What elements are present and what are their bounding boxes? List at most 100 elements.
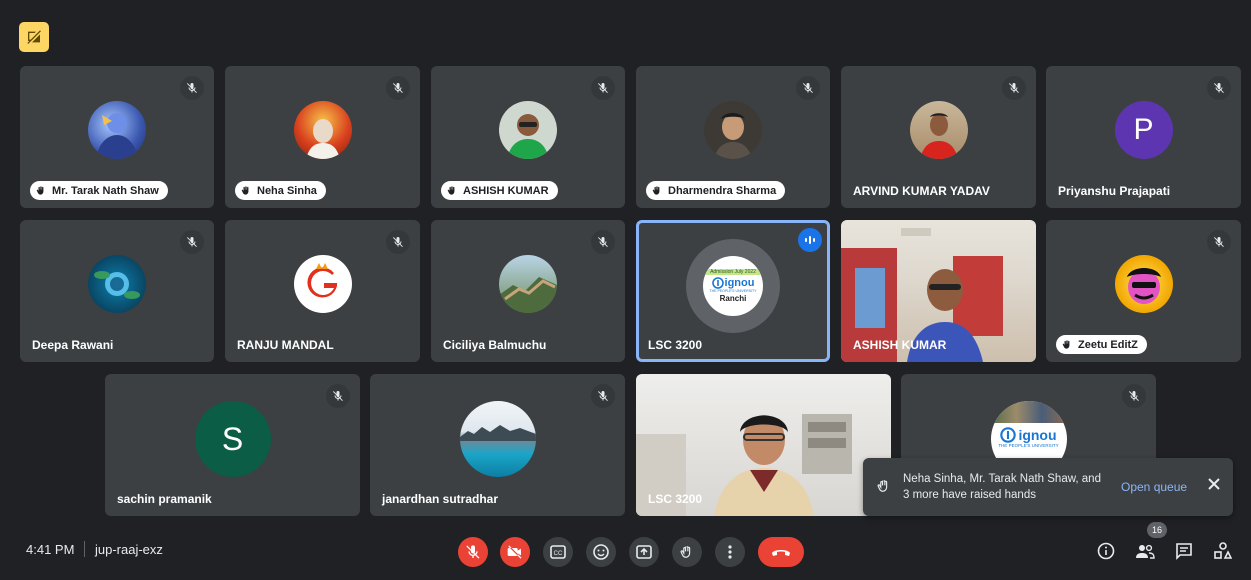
participant-name: RANJU MANDAL [237,338,334,352]
participant-tile[interactable]: ASHISH KUMAR [431,66,625,208]
open-queue-button[interactable]: Open queue [1121,480,1187,494]
avatar [293,101,352,159]
participant-tile[interactable]: Neha Sinha [225,66,420,208]
meeting-time: 4:41 PM [26,542,75,557]
participant-name: Priyanshu Prajapati [1058,184,1171,198]
raise-hand-icon [447,186,455,195]
control-bar: 4:41 PM jup-raaj-exz CC [0,510,1251,580]
raise-hand-icon [877,478,891,499]
participant-name: Neha Sinha [257,184,317,197]
people-icon [1136,544,1155,559]
avatar [88,255,146,313]
participant-tile[interactable]: S sachin pramanik [105,374,360,516]
avatar-initial: P [1133,113,1154,146]
captions-button[interactable]: CC [543,537,573,567]
close-icon[interactable] [1207,477,1221,496]
info-icon [1097,542,1115,560]
participant-name: ASHISH KUMAR [463,184,549,197]
mic-off-icon [466,545,480,559]
end-call-icon [772,550,790,556]
present-now-button[interactable] [629,537,659,567]
avatar: Admission July 2022 ignou THE PEOPLE'S U… [686,239,780,333]
mic-off-icon[interactable] [180,76,204,100]
emoji-reactions-button[interactable] [586,537,616,567]
chat-button[interactable] [1173,540,1195,562]
chat-icon [1176,543,1192,560]
present-icon [636,545,652,559]
mic-off-icon[interactable] [180,230,204,254]
avatar [704,101,762,159]
mic-off-icon[interactable] [591,384,615,408]
people-button[interactable] [1134,540,1156,562]
avatar: S [194,401,271,477]
participant-tile[interactable]: Zeetu EditZ [1046,220,1241,362]
activities-icon [1214,542,1232,559]
participant-name: LSC 3200 [648,338,703,352]
participant-name: Mr. Tarak Nath Shaw [52,184,159,197]
notification-text: Neha Sinha, Mr. Tarak Nath Shaw, and 3 m… [903,473,1101,501]
meeting-code: jup-raaj-exz [95,542,163,557]
logo-brand: ignou [1018,427,1057,443]
mic-off-icon[interactable] [326,384,350,408]
participant-tile[interactable]: Ciciliya Balmuchu [431,220,625,362]
raise-hand-icon [36,186,44,195]
mic-toggle-button[interactable] [458,537,488,567]
participant-tile[interactable]: Mr. Tarak Nath Shaw [20,66,214,208]
logo-brand: ignou [724,277,755,289]
participant-name: Dharmendra Sharma [668,184,777,197]
meeting-details-button[interactable] [1095,540,1117,562]
participant-tile-video[interactable]: ASHISH KUMAR [841,220,1036,362]
participant-tile-speaking[interactable]: Admission July 2022 ignou THE PEOPLE'S U… [636,220,830,362]
participant-count-badge: 16 [1147,522,1167,538]
end-call-button[interactable] [758,537,804,567]
raise-hand-icon [241,186,249,195]
participant-name: Ciciliya Balmuchu [443,338,547,352]
recording-indicator-icon[interactable] [19,22,49,52]
participant-tile[interactable]: Dharmendra Sharma [636,66,830,208]
mic-off-icon[interactable] [796,76,820,100]
mic-off-icon[interactable] [1002,76,1026,100]
mic-off-icon[interactable] [591,230,615,254]
hand-raised-chip: Mr. Tarak Nath Shaw [30,181,168,200]
divider [84,541,85,557]
raise-hand-icon [652,186,660,195]
raise-hand-icon [1062,340,1070,349]
emoji-icon [593,544,609,560]
raised-hands-notification: Neha Sinha, Mr. Tarak Nath Shaw, and 3 m… [863,458,1233,516]
participant-tile[interactable]: janardhan sutradhar [370,374,625,516]
camera-toggle-button[interactable] [500,537,530,567]
participant-name: sachin pramanik [117,492,212,506]
avatar [499,255,557,313]
activities-button[interactable] [1212,540,1234,562]
hand-raised-chip: Dharmendra Sharma [646,181,786,200]
hand-raised-chip: Zeetu EditZ [1056,335,1147,354]
mic-off-icon[interactable] [591,76,615,100]
ignou-mark-icon [1000,427,1017,443]
participant-tile-video[interactable]: LSC 3200 [636,374,891,516]
avatar [293,255,352,313]
mic-off-icon[interactable] [386,76,410,100]
mic-off-icon[interactable] [1207,76,1231,100]
ignou-mark-icon [711,277,724,289]
logo-tagline: THE PEOPLE'S UNIVERSITY [709,289,757,293]
participant-tile[interactable]: ARVIND KUMAR YADAV [841,66,1036,208]
hand-raised-chip: ASHISH KUMAR [441,181,558,200]
logo-banner: Admission July 2022 [703,269,763,275]
hand-raised-chip: Neha Sinha [235,181,326,200]
avatar [499,101,557,159]
logo-city: Ranchi [719,294,747,303]
captions-icon: CC [550,545,566,559]
participant-tile[interactable]: RANJU MANDAL [225,220,420,362]
avatar [1114,255,1173,313]
mic-off-icon[interactable] [1122,384,1146,408]
camera-off-icon [507,545,522,559]
mic-off-icon[interactable] [386,230,410,254]
more-options-button[interactable] [715,537,745,567]
participant-name: ARVIND KUMAR YADAV [853,184,990,198]
more-options-icon [728,545,732,559]
participant-tile[interactable]: P Priyanshu Prajapati [1046,66,1241,208]
mic-off-icon[interactable] [1207,230,1231,254]
avatar [88,101,146,159]
participant-tile[interactable]: Deepa Rawani [20,220,214,362]
raise-hand-button[interactable] [672,537,702,567]
